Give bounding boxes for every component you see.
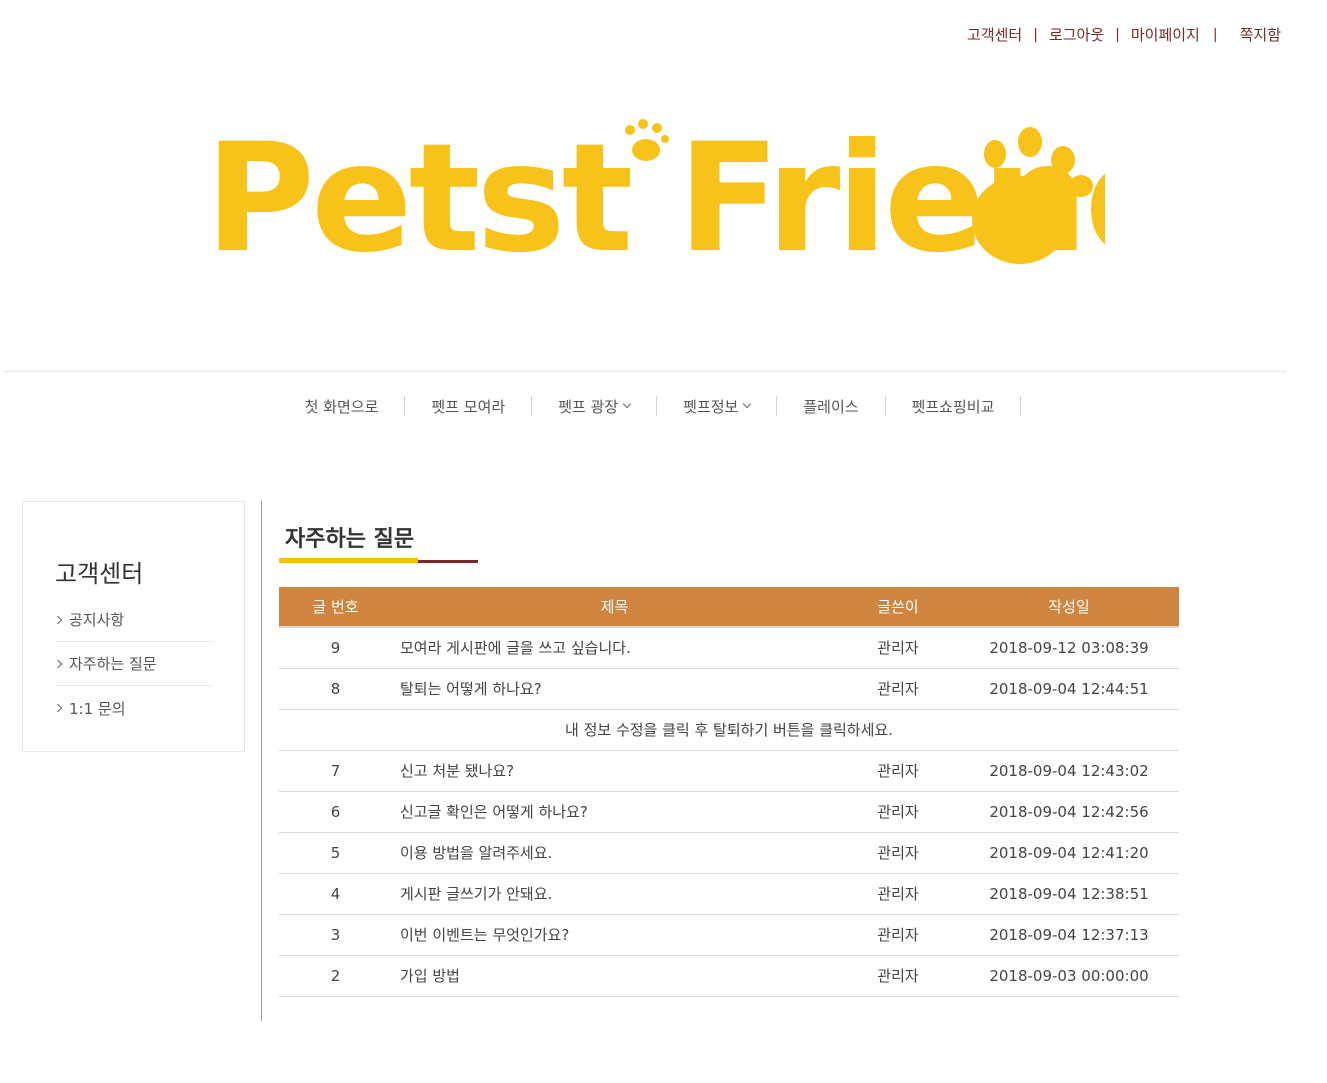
cell-writer: 관리자 [837, 791, 959, 833]
table-row[interactable]: 2 가입 방법 관리자 2018-09-03 00:00:00 [279, 955, 1179, 997]
cell-subject: 이번 이벤트는 무엇인가요? [392, 914, 837, 956]
nav-item-label: 플레이스 [803, 397, 859, 416]
cell-subject: 탈퇴는 어떻게 하나요? [392, 668, 837, 710]
cell-subject: 게시판 글쓰기가 안돼요. [392, 873, 837, 915]
utility-links: 고객센터 | 로그아웃 | 마이페이지 | 쪽지함 [967, 24, 1281, 45]
cell-num: 4 [279, 873, 392, 915]
cell-subject: 신고글 확인은 어떻게 하나요? [392, 791, 837, 833]
chevron-right-icon [53, 703, 63, 713]
nav-item-5[interactable]: 펫프쇼핑비교 [886, 392, 1021, 420]
main-nav-items: 첫 화면으로 펫프 모여라 펫프 광장 펫프정보 플레이스 펫프쇼핑비교 [279, 392, 1022, 420]
sidebar-menu: 공지사항 자주하는 질문 1:1 문의 [53, 598, 213, 730]
cell-num: 9 [279, 627, 392, 669]
nav-item-label: 펫프 광장 [558, 397, 619, 416]
cell-date: 2018-09-04 12:38:51 [959, 873, 1179, 915]
content-divider [261, 501, 262, 1021]
mypage-link[interactable]: 마이페이지 [1131, 24, 1200, 45]
logout-link[interactable]: 로그아웃 [1049, 24, 1104, 45]
answer-row: 내 정보 수정을 클릭 후 탈퇴하기 버튼을 클릭하세요. [279, 709, 1179, 751]
table-row[interactable]: 7 신고 처분 됐나요? 관리자 2018-09-04 12:43:02 [279, 750, 1179, 792]
cell-num: 3 [279, 914, 392, 956]
title-underline [279, 558, 478, 563]
sidebar-item-notice[interactable]: 공지사항 [53, 598, 213, 642]
header-num: 글 번호 [279, 587, 392, 628]
nav-item-3[interactable]: 펫프정보 [657, 392, 776, 420]
cell-date: 2018-09-04 12:41:20 [959, 832, 1179, 874]
chevron-right-icon [53, 615, 63, 624]
nav-item-2[interactable]: 펫프 광장 [532, 392, 656, 420]
nav-item-label: 첫 화면으로 [304, 397, 379, 416]
cell-writer: 관리자 [837, 750, 959, 792]
util-separator: | [1115, 26, 1120, 43]
sidebar-item-label: 공지사항 [69, 611, 125, 629]
table-row[interactable]: 4 게시판 글쓰기가 안돼요. 관리자 2018-09-04 12:38:51 [279, 873, 1179, 915]
sidebar-title: 고객센터 [55, 560, 144, 588]
sidebar-item-label: 1:1 문의 [69, 699, 126, 718]
cell-date: 2018-09-04 12:44:51 [959, 668, 1179, 710]
sidebar: 고객센터 공지사항 자주하는 질문 1:1 문의 [22, 501, 245, 752]
sidebar-item-label: 자주하는 질문 [69, 655, 157, 673]
main-nav: 첫 화면으로 펫프 모여라 펫프 광장 펫프정보 플레이스 펫프쇼핑비교 [0, 392, 1327, 420]
util-separator: | [1033, 26, 1038, 43]
cell-num: 8 [279, 668, 392, 710]
cell-date: 2018-09-04 12:42:56 [959, 791, 1179, 833]
cell-subject: 모여라 게시판에 글을 쓰고 싶습니다. [392, 627, 837, 669]
nav-item-label: 펫프 모여라 [431, 397, 506, 416]
cell-num: 6 [279, 791, 392, 833]
header-subject: 제목 [392, 587, 837, 628]
cell-subject: 가입 방법 [392, 955, 837, 997]
cell-writer: 관리자 [837, 955, 959, 997]
table-row[interactable]: 8 탈퇴는 어떻게 하나요? 관리자 2018-09-04 12:44:51 [279, 668, 1179, 710]
faq-table-body: 9 모여라 게시판에 글을 쓰고 싶습니다. 관리자 2018-09-12 03:08… [279, 627, 1179, 997]
cell-writer: 관리자 [837, 873, 959, 915]
support-link[interactable]: 고객센터 [967, 24, 1022, 45]
cell-writer: 관리자 [837, 914, 959, 956]
cell-num: 2 [279, 955, 392, 997]
cell-date: 2018-09-04 12:37:13 [959, 914, 1179, 956]
header-divider [4, 371, 1286, 372]
header-date: 작성일 [959, 587, 1179, 628]
nav-item-4[interactable]: 플레이스 [777, 392, 884, 420]
nav-item-0[interactable]: 첫 화면으로 [279, 392, 405, 420]
chevron-down-icon [743, 399, 752, 409]
nav-item-label: 펫프쇼핑비교 [911, 397, 995, 416]
answer-text: 내 정보 수정을 클릭 후 탈퇴하기 버튼을 클릭하세요. [279, 709, 1179, 751]
page-title: 자주하는 질문 [285, 527, 415, 552]
header-writer: 글쓴이 [837, 587, 959, 628]
cell-writer: 관리자 [837, 627, 959, 669]
nav-item-label: 펫프정보 [683, 397, 739, 416]
table-row[interactable]: 3 이번 이벤트는 무엇인가요? 관리자 2018-09-04 12:37:13 [279, 914, 1179, 956]
logo-text: Petst Friends [205, 112, 1105, 277]
cell-subject: 이용 방법을 알려주세요. [392, 832, 837, 874]
cell-num: 5 [279, 832, 392, 874]
cell-num: 7 [279, 750, 392, 792]
title-underline-accent [279, 558, 418, 563]
table-row[interactable]: 5 이용 방법을 알려주세요. 관리자 2018-09-04 12:41:20 [279, 832, 1179, 874]
sidebar-item-inquiry[interactable]: 1:1 문의 [53, 686, 213, 730]
logo-image: Petst Friends [205, 112, 1277, 286]
table-header-row: 글 번호 제목 글쓴이 작성일 [279, 587, 1179, 628]
faq-table: 글 번호 제목 글쓴이 작성일 9 모여라 게시판에 글을 쓰고 싶습니다. 관리자… [279, 587, 1179, 997]
cell-writer: 관리자 [837, 668, 959, 710]
site-logo[interactable]: Petst Friends [205, 112, 1277, 286]
table-row[interactable]: 9 모여라 게시판에 글을 쓰고 싶습니다. 관리자 2018-09-12 03:08… [279, 627, 1179, 669]
sidebar-item-faq[interactable]: 자주하는 질문 [53, 642, 213, 686]
chevron-down-icon [622, 399, 632, 409]
inbox-link[interactable]: 쪽지함 [1240, 24, 1281, 45]
nav-separator [1020, 396, 1022, 416]
cell-date: 2018-09-12 03:08:39 [959, 627, 1179, 669]
cell-subject: 신고 처분 됐나요? [392, 750, 837, 792]
util-separator: | [1212, 26, 1218, 43]
nav-item-1[interactable]: 펫프 모여라 [405, 392, 531, 420]
cell-date: 2018-09-03 00:00:00 [959, 955, 1179, 997]
cell-writer: 관리자 [837, 832, 959, 874]
table-row[interactable]: 6 신고글 확인은 어떻게 하나요? 관리자 2018-09-04 12:42:56 [279, 791, 1179, 833]
cell-date: 2018-09-04 12:43:02 [959, 750, 1179, 792]
chevron-right-icon [53, 659, 63, 668]
